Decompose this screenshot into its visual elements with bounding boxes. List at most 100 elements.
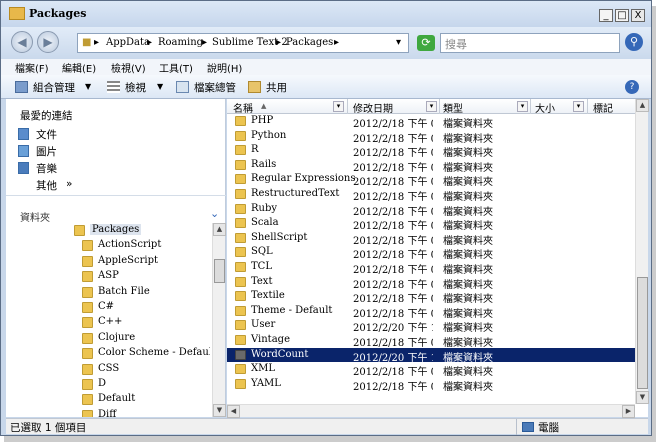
share-button[interactable]: 共用 [266,80,287,95]
file-row[interactable]: TCL2012/2/18 下午 0…檔案資料夾 [227,260,635,276]
folder-tree-scrollbar[interactable]: ▲ ▼ [212,223,226,417]
tree-folder-item[interactable]: AppleScript [6,254,210,269]
file-row[interactable]: ShellScript2012/2/18 下午 0…檔案資料夾 [227,231,635,247]
file-row[interactable]: WordCount2012/2/20 下午 1…檔案資料夾 [227,347,635,364]
refresh-button[interactable]: ⟳ [417,35,435,51]
help-icon[interactable]: ? [625,80,639,94]
column-modified[interactable]: 修改日期 [353,100,393,115]
column-name-dropdown[interactable]: ▾ [333,101,344,112]
file-name: Text [251,275,273,287]
tree-folder-item[interactable]: CSS [6,362,210,377]
column-divider[interactable] [439,99,440,114]
pane-divider[interactable] [6,195,226,203]
file-row[interactable]: Theme - Default2012/2/18 下午 0…檔案資料夾 [227,304,635,320]
file-row[interactable]: User2012/2/20 下午 1…檔案資料夾 [227,318,635,334]
tree-folder-item[interactable]: D [6,377,210,392]
minimize-button[interactable]: _ [599,9,613,22]
column-size-dropdown[interactable]: ▾ [573,101,584,112]
search-icon[interactable]: ⚲ [625,33,643,51]
tree-folder-item[interactable]: ASP [6,269,210,284]
column-type-dropdown[interactable]: ▾ [517,101,528,112]
file-name: Ruby [251,202,278,214]
forward-button[interactable]: ▶ [37,31,59,53]
scroll-down-icon[interactable]: ▼ [636,391,649,404]
title-bar[interactable]: Packages _ □ X [1,1,651,27]
crumb-arrow-icon[interactable]: ▸ [202,37,207,48]
crumb-packages[interactable]: Packages [286,37,333,48]
column-size[interactable]: 大小 [535,100,555,115]
file-row[interactable]: Python2012/2/18 下午 0…檔案資料夾 [227,129,635,145]
tree-folder-item[interactable]: Batch File [6,285,210,300]
column-modified-dropdown[interactable]: ▾ [426,101,437,112]
tree-folder-item[interactable]: Color Scheme - Default [6,346,210,361]
close-button[interactable]: X [631,9,645,22]
menu-edit[interactable]: 編輯(E) [62,60,96,75]
file-row[interactable]: Regular Expressions2012/2/18 下午 0…檔案資料夾 [227,172,635,188]
file-row[interactable]: Rails2012/2/18 下午 0…檔案資料夾 [227,158,635,174]
maximize-button[interactable]: □ [615,9,629,22]
column-name[interactable]: 名稱 [233,100,253,115]
column-type[interactable]: 類型 [443,100,463,115]
scroll-thumb[interactable] [214,259,225,283]
tree-folder-item[interactable]: ActionScript [6,238,210,253]
chevron-down-icon[interactable]: ⌄ [210,207,219,220]
column-tags[interactable]: 標記 [593,100,613,115]
tree-folder-label: Diff [98,408,117,417]
file-name: Regular Expressions [251,173,356,185]
crumb-arrow-icon[interactable]: ▸ [276,37,281,48]
tree-folder-item[interactable]: Diff [6,408,210,417]
crumb-appdata[interactable]: AppData [106,37,150,48]
organize-icon [15,81,28,93]
file-row[interactable]: XML2012/2/18 下午 0…檔案資料夾 [227,362,635,378]
status-selection: 已選取 1 個項目 [10,422,87,434]
tree-folder-item[interactable]: Packages [6,223,210,238]
scroll-left-icon[interactable]: ◀ [227,405,240,418]
column-divider[interactable] [347,99,348,114]
file-row[interactable]: PHP2012/2/18 下午 0…檔案資料夾 [227,114,635,130]
file-list-scrollbar[interactable]: ▲ ▼ [635,99,649,404]
file-row[interactable]: R2012/2/18 下午 0…檔案資料夾 [227,143,635,159]
organize-button[interactable]: 組合管理 [33,80,75,95]
crumb-arrow-icon[interactable]: ▸ [147,37,152,48]
column-divider[interactable] [587,99,588,114]
explorer-button[interactable]: 檔案總管 [194,80,236,95]
scroll-up-icon[interactable]: ▲ [636,99,649,112]
tree-folder-item[interactable]: C++ [6,315,210,330]
file-row[interactable]: Ruby2012/2/18 下午 0…檔案資料夾 [227,202,635,218]
file-row[interactable]: Scala2012/2/18 下午 0…檔案資料夾 [227,216,635,232]
crumb-roaming[interactable]: Roaming [158,37,203,48]
address-box[interactable]: ■ ▸ AppData ▸ Roaming ▸ Sublime Text 2 ▸… [77,33,409,53]
file-name: YAML [251,377,281,389]
file-row[interactable]: Text2012/2/18 下午 0…檔案資料夾 [227,275,635,291]
organize-dropdown-icon[interactable]: ▼ [85,82,91,91]
file-list-hscrollbar[interactable]: ◀ ▶ [227,404,635,418]
tree-folder-item[interactable]: Default [6,392,210,407]
scroll-down-icon[interactable]: ▼ [213,404,226,417]
file-row[interactable]: YAML 2012/2/18 下午 0… 檔案資料夾 [227,377,635,393]
tree-folder-item[interactable]: C# [6,300,210,315]
folders-title[interactable]: 資料夾 [20,209,50,224]
scroll-thumb[interactable] [637,277,648,389]
back-button[interactable]: ◀ [11,31,33,53]
file-row[interactable]: SQL2012/2/18 下午 0…檔案資料夾 [227,245,635,261]
crumb-arrow-icon[interactable]: ▸ [94,37,99,48]
folder-icon [235,189,246,199]
tree-folder-item[interactable]: Clojure [6,331,210,346]
crumb-arrow-icon[interactable]: ▸ [334,37,339,48]
file-row[interactable]: RestructuredText2012/2/18 下午 0…檔案資料夾 [227,187,635,203]
column-divider[interactable] [530,99,531,114]
menu-file[interactable]: 檔案(F) [15,60,49,75]
file-name: Theme - Default [251,304,333,316]
scroll-right-icon[interactable]: ▶ [622,405,635,418]
menu-view[interactable]: 檢視(V) [111,60,146,75]
menu-help[interactable]: 說明(H) [207,60,242,75]
menu-tools[interactable]: 工具(T) [159,60,193,75]
address-dropdown-icon[interactable]: ▾ [396,37,401,48]
views-dropdown-icon[interactable]: ▼ [157,82,163,91]
file-row[interactable]: Textile2012/2/18 下午 0…檔案資料夾 [227,289,635,305]
views-button[interactable]: 檢視 [125,80,146,95]
scroll-up-icon[interactable]: ▲ [213,223,226,236]
file-row[interactable]: Vintage2012/2/18 下午 0…檔案資料夾 [227,333,635,349]
file-name: Scala [251,217,279,229]
search-input[interactable]: 搜尋 [440,33,620,53]
